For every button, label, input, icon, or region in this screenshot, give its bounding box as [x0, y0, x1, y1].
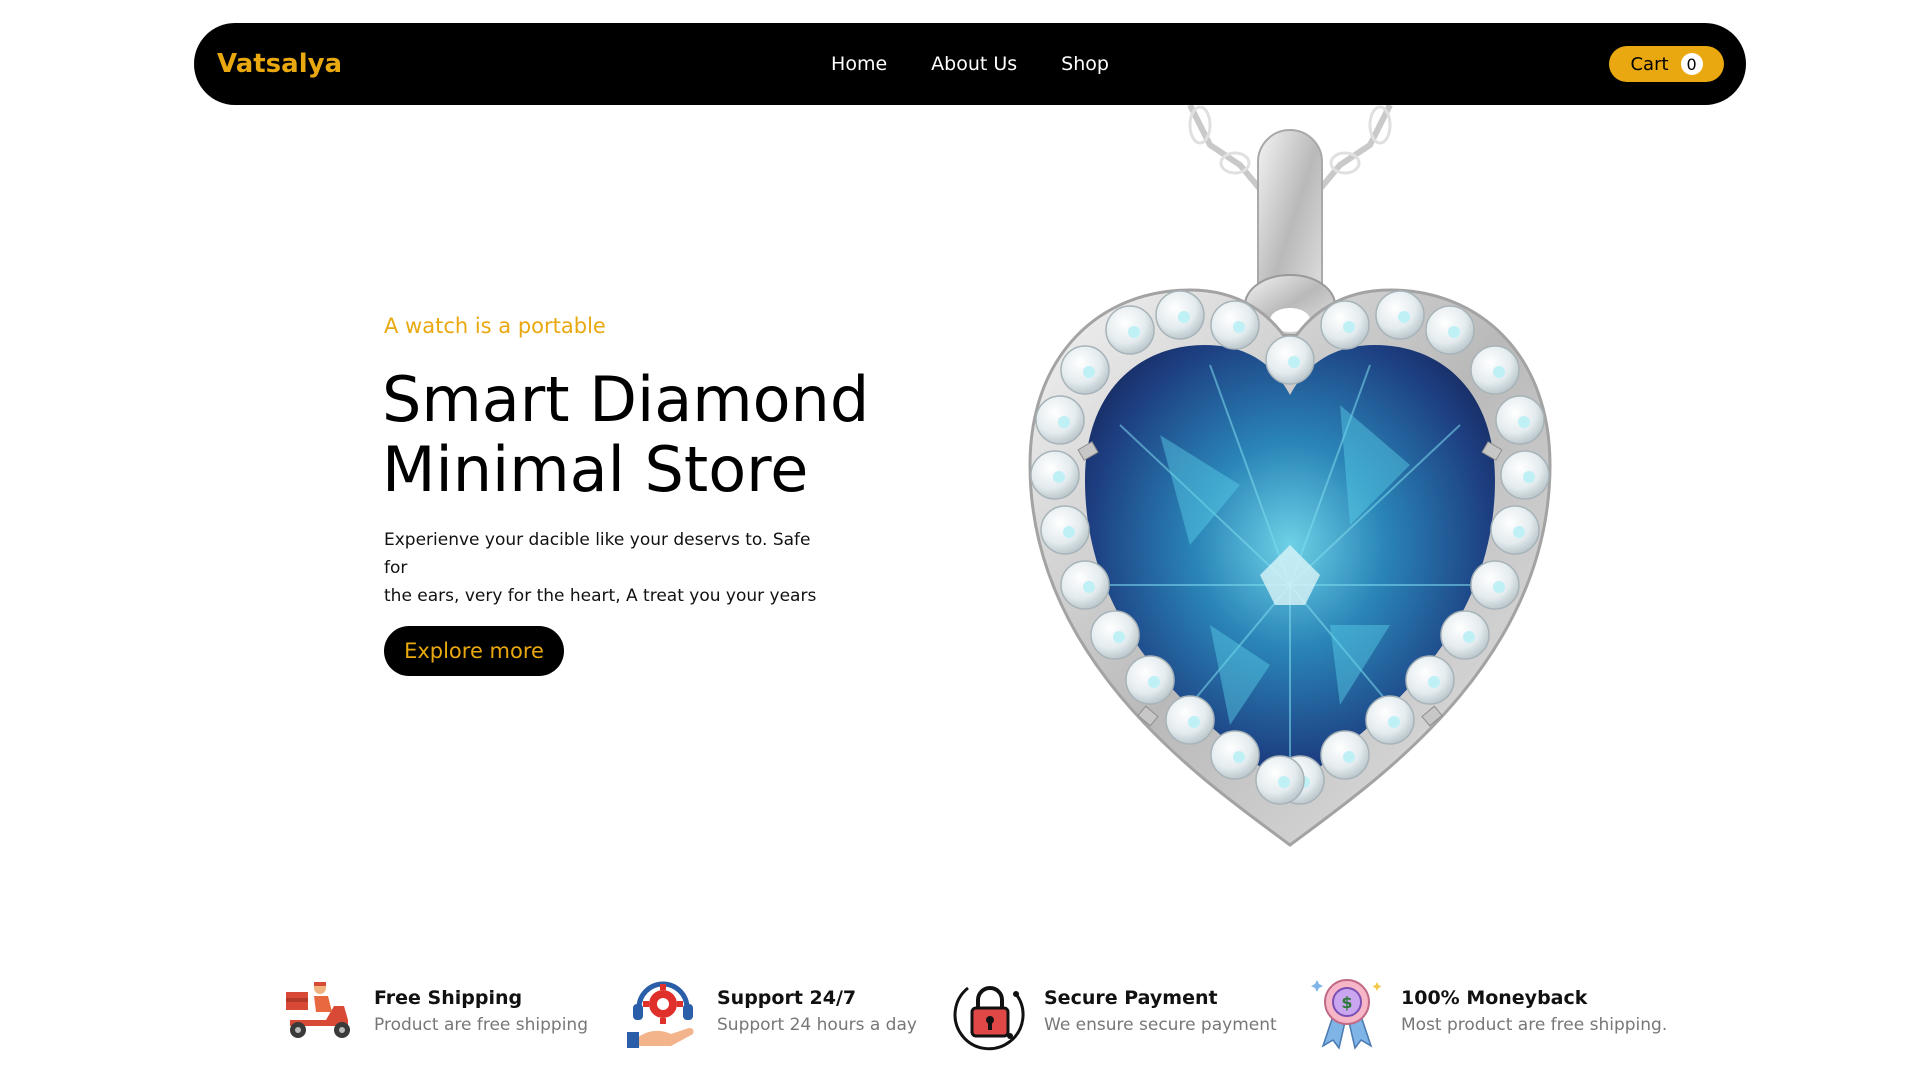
navbar: Vatsalya Home About Us Shop Cart 0 [194, 23, 1746, 105]
delivery-scooter-icon [286, 982, 350, 1038]
cart-count-badge: 0 [1680, 53, 1703, 75]
svg-text:$: $ [1341, 993, 1352, 1012]
hero-tagline: A watch is a portable [384, 314, 606, 338]
feature-title: Free Shipping [374, 987, 523, 1009]
pendant-stone-highlight [1113, 631, 1125, 643]
feature-secure-payment: Secure Payment We ensure secure payment [950, 972, 1277, 1052]
money-badge-icon: $ [1311, 979, 1382, 1050]
pendant-stone-highlight [1148, 676, 1160, 688]
pendant-stone-highlight [1083, 366, 1095, 378]
feature-support: Support 24/7 Support 24 hours a day [623, 972, 917, 1052]
nav-links: Home About Us Shop [194, 53, 1746, 75]
nav-link-about-us[interactable]: About Us [931, 53, 1017, 75]
nav-link-home[interactable]: Home [831, 53, 887, 75]
feature-subtitle: Product are free shipping [374, 1015, 588, 1035]
pendant-stone-highlight [1343, 321, 1355, 333]
hero-title-line-2: Minimal Store [382, 433, 809, 506]
cart-label: Cart [1630, 53, 1669, 75]
pendant-stone-highlight [1233, 751, 1245, 763]
feature-moneyback: $ 100% Moneyback Most product are free s… [1307, 972, 1667, 1052]
feature-subtitle: We ensure secure payment [1044, 1015, 1277, 1035]
pendant-stone-highlight [1448, 326, 1460, 338]
pendant-stone-highlight [1233, 321, 1245, 333]
pendant-stone-highlight [1343, 751, 1355, 763]
pendant-stone-highlight [1058, 416, 1070, 428]
hero-description-line-1: Experienve your dacible like your deserv… [384, 530, 811, 578]
pendant-stone-highlight [1388, 716, 1400, 728]
pendant-stone-highlight [1178, 311, 1190, 323]
support-gear-icon [627, 981, 694, 1048]
hero-title-line-1: Smart Diamond [382, 363, 870, 436]
cart-button[interactable]: Cart 0 [1609, 46, 1724, 82]
pendant-stone-highlight [1463, 631, 1475, 643]
feature-title: Secure Payment [1044, 987, 1218, 1009]
hero-description: Experienve your dacible like your deserv… [384, 526, 834, 610]
nav-link-shop[interactable]: Shop [1061, 53, 1109, 75]
pendant-stone-highlight [1188, 716, 1200, 728]
feature-subtitle: Support 24 hours a day [717, 1015, 917, 1035]
pendant-stone-highlight [1063, 526, 1075, 538]
pendant-stone-highlight [1518, 416, 1530, 428]
pendant-stone-highlight [1493, 581, 1505, 593]
padlock-icon [953, 986, 1025, 1051]
pendant-stone-highlight [1523, 471, 1535, 483]
hero-title: Smart Diamond Minimal Store [382, 365, 942, 505]
hero-description-line-2: the ears, very for the heart, A treat yo… [384, 586, 817, 606]
pendant-stone-highlight [1493, 366, 1505, 378]
brand-logo[interactable]: Vatsalya [217, 49, 342, 79]
pendant-stone-highlight [1053, 471, 1065, 483]
heart-diamond-pendant-image [1028, 105, 1552, 847]
pendant-stone-highlight [1513, 526, 1525, 538]
feature-title: Support 24/7 [717, 987, 857, 1009]
feature-free-shipping: Free Shipping Product are free shipping [280, 972, 588, 1052]
pendant-stone-highlight [1428, 676, 1440, 688]
feature-subtitle: Most product are free shipping. [1401, 1015, 1668, 1035]
pendant-stone-highlight [1398, 311, 1410, 323]
feature-title: 100% Moneyback [1401, 987, 1588, 1009]
explore-more-button[interactable]: Explore more [384, 626, 564, 676]
pendant-stone-highlight [1128, 326, 1140, 338]
pendant-stone-highlight [1278, 776, 1290, 788]
pendant-stone-highlight [1288, 356, 1300, 368]
pendant-stone-highlight [1083, 581, 1095, 593]
page: Vatsalya Home About Us Shop Cart 0 A wat… [0, 0, 1920, 1080]
